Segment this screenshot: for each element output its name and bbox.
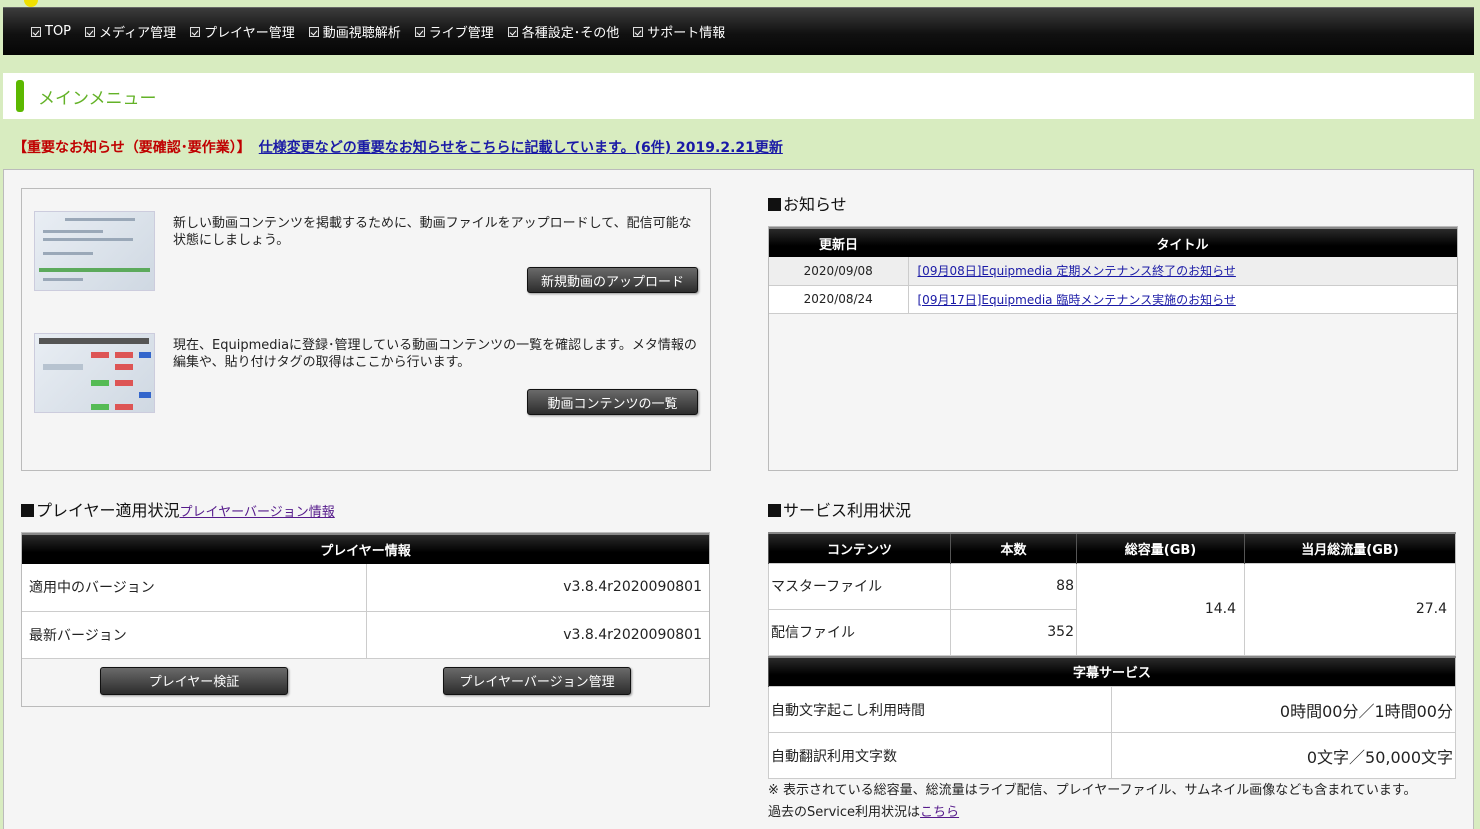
nav-item-media[interactable]: メディア管理 [85,22,176,41]
current-version-value: v3.8.4r2020090801 [366,564,709,612]
nav-item-label: TOP [45,24,72,39]
news-link[interactable]: [09月08日]Equipmedia 定期メンテナンス終了のお知らせ [918,264,1236,278]
news-date: 2020/09/08 [769,257,909,286]
latest-version-label: 最新バージョン [22,611,367,659]
upload-thumbnail [34,211,155,291]
title-accent-bar [16,80,24,112]
caption-service-title: 字幕サービス [768,655,1456,687]
service-note: ※ 表示されている総容量、総流量はライブ配信、プレイヤーファイル、サムネイル画像… [768,783,1417,798]
important-notice: 【重要なお知らせ（要確認･要作業）】 仕様変更などの重要なお知らせをこちらに記載し… [13,137,783,157]
col-header-title: タイトル [908,227,1457,257]
checkbox-icon [414,26,425,37]
nav-item-label: プレイヤー管理 [204,26,295,41]
past-usage-note: 過去のService利用状況はこちら [768,805,960,820]
checkbox-icon [633,26,644,37]
col-header-storage: 総容量(GB) [1076,532,1245,563]
news-table: 更新日 タイトル 2020/09/08 [09月08日]Equipmedia 定… [769,227,1457,314]
news-box: 更新日 タイトル 2020/09/08 [09月08日]Equipmedia 定… [768,226,1458,471]
table-row: マスターファイル 88 14.4 27.4 [768,562,1456,656]
transcribe-label: 自動文字起こし利用時間 [768,686,1112,733]
player-table-title: プレイヤー情報 [22,533,709,564]
table-row: 2020/08/24 [09月17日]Equipmedia 臨時メンテナンス実施… [769,285,1457,314]
master-file-count: 88 [950,562,1077,610]
player-verify-button[interactable]: プレイヤー検証 [100,666,288,695]
table-row: 2020/09/08 [09月08日]Equipmedia 定期メンテナンス終了… [769,257,1457,286]
master-file-label: マスターファイル [768,562,951,610]
nav-item-label: 動画視聴解析 [322,26,401,41]
content-list-row: 現在、Equipmediaに登録･管理している動画コンテンツの一覧を確認します。… [34,333,700,415]
upload-description: 新しい動画コンテンツを掲載するために、動画ファイルをアップロードして、配信可能な… [173,216,692,248]
main-panel: 新しい動画コンテンツを掲載するために、動画ファイルをアップロードして、配信可能な… [3,169,1474,829]
top-nav: TOP メディア管理 プレイヤー管理 動画視聴解析 ライブ管理 各種設定･その他… [3,7,1474,55]
nav-item-live[interactable]: ライブ管理 [414,22,494,41]
player-version-info-link[interactable]: プレイヤーバージョン情報 [180,505,335,520]
square-bullet-icon [768,504,781,517]
nav-item-player[interactable]: プレイヤー管理 [190,22,295,41]
translate-label: 自動翻訳利用文字数 [768,732,1112,779]
col-header-contents: コンテンツ [768,532,951,563]
delivery-file-count: 352 [950,608,1077,656]
square-bullet-icon [21,504,34,517]
nav-item-label: サポート情報 [647,26,726,41]
player-info-table: プレイヤー情報 適用中のバージョン v3.8.4r2020090801 最新バー… [21,532,710,707]
checkbox-icon [190,26,201,37]
page-title: メインメニュー [38,88,157,109]
nav-item-top[interactable]: TOP [31,24,71,39]
page-title-bar: メインメニュー [3,73,1474,119]
col-header-date: 更新日 [769,227,908,257]
news-link[interactable]: [09月17日]Equipmedia 臨時メンテナンス実施のお知らせ [918,293,1236,307]
news-date: 2020/08/24 [769,285,909,314]
table-row: 最新バージョン v3.8.4r2020090801 [22,611,709,659]
content-list-description: 現在、Equipmediaに登録･管理している動画コンテンツの一覧を確認します。… [173,338,697,370]
nav-item-label: 各種設定･その他 [521,26,620,41]
quick-actions-box: 新しい動画コンテンツを掲載するために、動画ファイルをアップロードして、配信可能な… [21,188,711,471]
table-row: 自動翻訳利用文字数 0文字／50,000文字 [768,732,1456,779]
checkbox-icon [507,26,518,37]
service-usage-table: コンテンツ 本数 総容量(GB) 当月総流量(GB) マスターファイル 88 1… [768,532,1456,779]
past-usage-link[interactable]: こちら [920,805,959,820]
nav-item-support[interactable]: サポート情報 [633,22,725,41]
latest-version-value: v3.8.4r2020090801 [366,611,709,659]
content-list-thumbnail [34,333,155,413]
col-header-count: 本数 [950,532,1077,563]
player-version-manage-button[interactable]: プレイヤーバージョン管理 [443,666,631,695]
delivery-file-label: 配信ファイル [768,608,951,656]
logo-mark [24,0,38,7]
upload-video-button[interactable]: 新規動画のアップロード [527,267,698,293]
service-notes: ※ 表示されている総容量、総流量はライブ配信、プレイヤーファイル、サムネイル画像… [768,780,1417,824]
notice-tag: 【重要なお知らせ（要確認･要作業）】 [13,140,251,156]
storage-total: 14.4 [1076,562,1245,656]
table-row: 適用中のバージョン v3.8.4r2020090801 [22,564,709,612]
transcribe-value: 0時間00分／1時間00分 [1111,686,1456,733]
checkbox-icon [85,26,96,37]
current-version-label: 適用中のバージョン [22,564,367,612]
col-header-traffic: 当月総流量(GB) [1244,532,1456,563]
checkbox-icon [31,26,41,37]
translate-value: 0文字／50,000文字 [1111,732,1456,779]
traffic-total: 27.4 [1244,562,1456,656]
checkbox-icon [308,26,319,37]
news-heading: お知らせ [768,191,847,215]
nav-item-settings[interactable]: 各種設定･その他 [507,22,620,41]
service-heading: サービス利用状況 [768,497,911,521]
nav-item-label: ライブ管理 [428,26,494,41]
content-list-button[interactable]: 動画コンテンツの一覧 [527,389,698,415]
player-button-row: プレイヤー検証 プレイヤーバージョン管理 [22,658,709,706]
upload-row: 新しい動画コンテンツを掲載するために、動画ファイルをアップロードして、配信可能な… [34,211,700,293]
square-bullet-icon [768,198,781,211]
page-edge [1474,0,1480,829]
table-row: 自動文字起こし利用時間 0時間00分／1時間00分 [768,686,1456,733]
notice-link[interactable]: 仕様変更などの重要なお知らせをこちらに記載しています。(6件) 2019.2.2… [259,140,783,156]
nav-item-label: メディア管理 [99,26,177,41]
player-heading: プレイヤー適用状況プレイヤーバージョン情報 [21,497,335,521]
nav-item-analytics[interactable]: 動画視聴解析 [308,22,401,41]
